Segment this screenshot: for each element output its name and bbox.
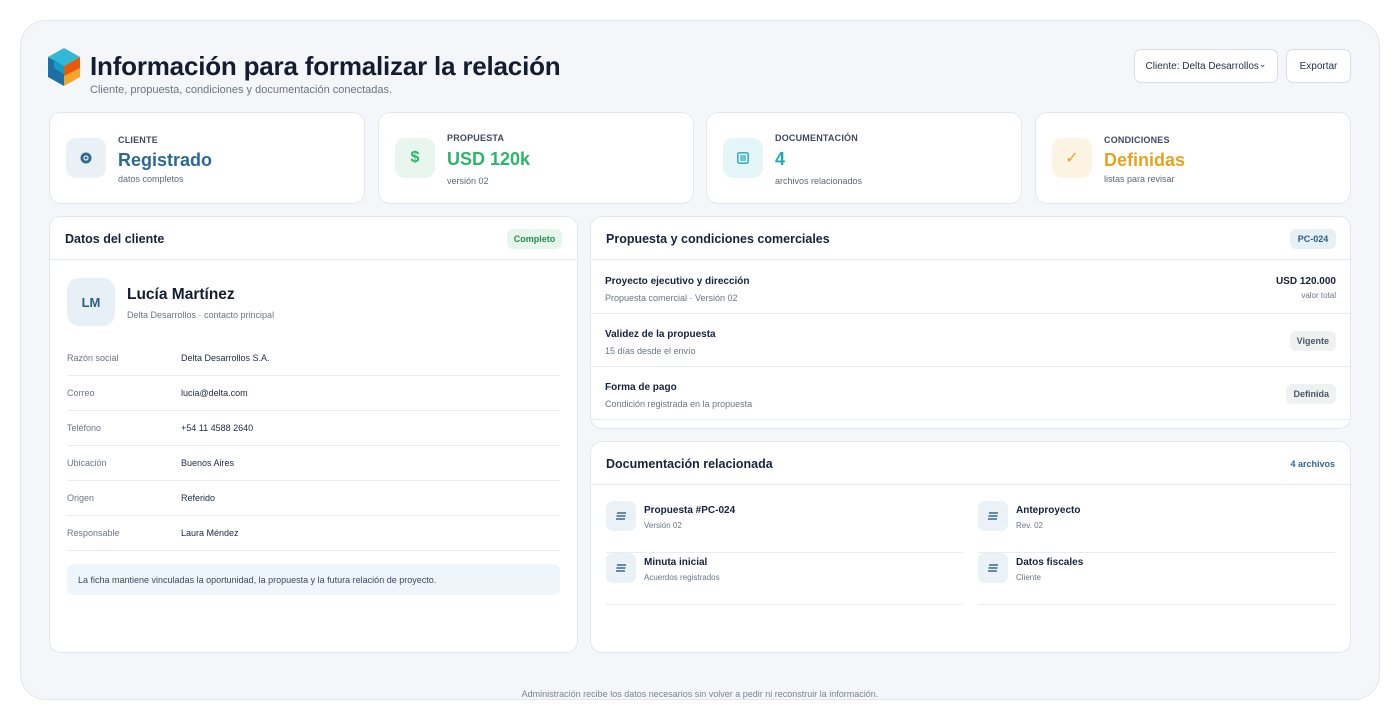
document-sub: Cliente xyxy=(1016,573,1041,582)
info-key: Correo xyxy=(67,388,95,398)
stat-sub: versión 02 xyxy=(447,176,489,186)
client-selector-button[interactable]: Cliente: Delta Desarrollos ⌄ xyxy=(1134,49,1278,83)
proposal-id-badge: PC-024 xyxy=(1290,229,1336,249)
info-value: Referido xyxy=(181,493,216,503)
info-row: Razón social Delta Desarrollos S.A. xyxy=(67,341,560,376)
info-value: lucia@delta.com xyxy=(181,388,248,398)
info-key: Razón social xyxy=(67,353,119,363)
info-value: Buenos Aires xyxy=(181,458,235,468)
stat-value: Registrado xyxy=(118,150,213,170)
document-title: Datos fiscales xyxy=(1016,557,1084,568)
stat-sub: datos completos xyxy=(118,174,184,184)
status-badge: Vigente xyxy=(1289,331,1336,351)
document-item[interactable]: Datos fiscales Cliente xyxy=(978,553,1335,605)
info-row: Responsable Laura Méndez xyxy=(67,516,560,551)
row-title: Validez de la propuesta xyxy=(605,329,716,340)
client-card: Datos del cliente Completo LM Lucía Mart… xyxy=(49,216,578,653)
document-title: Propuesta #PC-024 xyxy=(644,505,736,516)
document-item[interactable]: Minuta inicial Acuerdos registrados xyxy=(606,553,963,605)
proposal-amount-sub: valor total xyxy=(1301,291,1336,300)
document-icon xyxy=(978,553,1008,583)
info-key: Teléfono xyxy=(67,423,102,433)
page-title: Información para formalizar la relación xyxy=(90,51,561,81)
proposal-amount: USD 120.000 xyxy=(1275,276,1336,287)
document-item[interactable]: Anteproyecto Rev. 02 xyxy=(978,501,1335,553)
stat-label: PROPUESTA xyxy=(447,133,505,143)
stat-sub: archivos relacionados xyxy=(775,176,863,186)
info-note: La ficha mantiene vinculadas la oportuni… xyxy=(67,564,560,595)
row-sub: Propuesta comercial · Versión 02 xyxy=(605,293,738,303)
info-row: Correo lucia@delta.com xyxy=(67,376,560,411)
client-selector-label: Cliente: Delta Desarrollos xyxy=(1145,60,1259,72)
status-badge: Definida xyxy=(1286,384,1336,404)
row-sub: 15 días desde el envío xyxy=(605,346,696,356)
stat-card-client: CLIENTE Registrado datos completos xyxy=(49,112,365,204)
card-title: Propuesta y condiciones comerciales xyxy=(606,232,830,246)
page-subtitle: Cliente, propuesta, condiciones y docume… xyxy=(90,84,393,96)
footer-note: Administración recibe los datos necesari… xyxy=(521,689,879,699)
stat-value: 4 xyxy=(775,149,786,169)
chevron-down-icon: ⌄ xyxy=(1258,58,1267,69)
proposal-card: Propuesta y condiciones comerciales PC-0… xyxy=(590,216,1351,429)
document-sub: Rev. 02 xyxy=(1016,521,1043,530)
document-item[interactable]: Propuesta #PC-024 Versión 02 xyxy=(606,501,963,553)
proposal-row: Forma de pago Condición registrada en la… xyxy=(591,367,1350,420)
info-key: Ubicación xyxy=(67,458,107,468)
info-value: Delta Desarrollos S.A. xyxy=(181,353,270,363)
contact-name: Lucía Martínez xyxy=(127,286,235,303)
card-header: Documentación relacionada 4 archivos xyxy=(591,442,1350,485)
stat-card-documentation: DOCUMENTACIÓN 4 archivos relacionados xyxy=(706,112,1022,204)
info-row: Ubicación Buenos Aires xyxy=(67,446,560,481)
document-title: Minuta inicial xyxy=(644,557,708,568)
document-icon xyxy=(978,501,1008,531)
card-title: Documentación relacionada xyxy=(606,457,773,471)
stat-label: CLIENTE xyxy=(118,135,158,145)
dollar-icon: $ xyxy=(395,138,435,178)
stat-value: USD 120k xyxy=(447,149,531,169)
stat-sub: listas para revisar xyxy=(1104,174,1175,184)
row-title: Forma de pago xyxy=(605,382,677,393)
row-title: Proyecto ejecutivo y dirección xyxy=(605,276,750,287)
info-key: Responsable xyxy=(67,528,120,538)
files-count-link[interactable]: 4 archivos xyxy=(1290,459,1335,469)
info-row: Teléfono +54 11 4588 2640 xyxy=(67,411,560,446)
proposal-row: Validez de la propuesta 15 días desde el… xyxy=(591,314,1350,367)
stat-label: DOCUMENTACIÓN xyxy=(775,133,858,143)
contact-role: Delta Desarrollos · contacto principal xyxy=(127,310,275,320)
proposal-row: Proyecto ejecutivo y dirección Propuesta… xyxy=(591,261,1350,314)
status-badge: Completo xyxy=(507,229,562,249)
brand-logo-icon xyxy=(48,48,80,86)
list-icon xyxy=(723,138,763,178)
check-icon: ✓ xyxy=(1052,138,1092,178)
stat-card-conditions: ✓ CONDICIONES Definidas listas para revi… xyxy=(1035,112,1351,204)
document-sub: Acuerdos registrados xyxy=(644,573,720,582)
info-row: Origen Referido xyxy=(67,481,560,516)
stat-card-proposal: $ PROPUESTA USD 120k versión 02 xyxy=(378,112,694,204)
export-button[interactable]: Exportar xyxy=(1286,49,1351,83)
document-icon xyxy=(606,501,636,531)
avatar: LM xyxy=(67,278,115,326)
eye-icon xyxy=(66,138,106,178)
card-header: Datos del cliente Completo xyxy=(50,217,577,260)
document-sub: Versión 02 xyxy=(644,521,682,530)
info-value: Laura Méndez xyxy=(181,528,239,538)
card-header: Propuesta y condiciones comerciales PC-0… xyxy=(591,217,1350,260)
info-value: +54 11 4588 2640 xyxy=(181,423,254,433)
stat-label: CONDICIONES xyxy=(1104,135,1170,145)
card-title: Datos del cliente xyxy=(65,232,165,246)
document-title: Anteproyecto xyxy=(1016,505,1081,516)
stat-value: Definidas xyxy=(1104,150,1186,170)
row-sub: Condición registrada en la propuesta xyxy=(605,399,753,409)
document-icon xyxy=(606,553,636,583)
documentation-card: Documentación relacionada 4 archivos Pro… xyxy=(590,441,1351,653)
info-key: Origen xyxy=(67,493,95,503)
